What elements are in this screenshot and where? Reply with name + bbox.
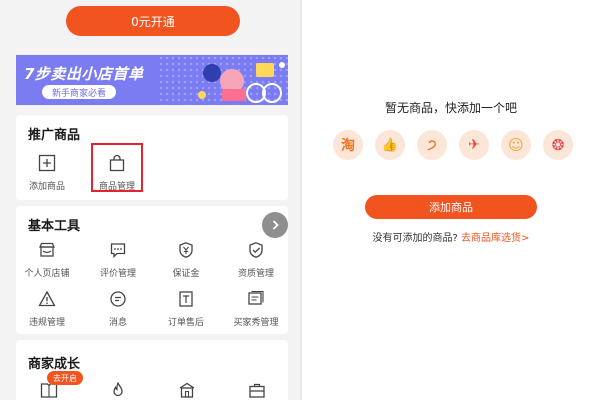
tool-review-management[interactable]: 评价管理 xyxy=(88,239,148,279)
pattern-icon[interactable]: ❂ xyxy=(543,130,573,160)
tool-personal-store[interactable]: 个人页店铺 xyxy=(17,239,77,279)
tool-label: 违规管理 xyxy=(28,318,65,328)
add-product-button[interactable]: 添加商品 xyxy=(365,195,537,219)
bird-icon[interactable]: ✈ xyxy=(459,130,489,160)
tool-deposit[interactable]: 保证金 xyxy=(156,239,216,279)
pattern-glyph: ❂ xyxy=(551,136,565,154)
thumbs-up-icon[interactable]: 👍 xyxy=(375,130,405,160)
tool-label: 保证金 xyxy=(172,269,200,279)
add-product-label: 添加商品 xyxy=(28,182,65,192)
banner-illustration-icon xyxy=(198,62,285,103)
bird-glyph: ✈ xyxy=(468,137,480,153)
tool-label: 资质管理 xyxy=(237,269,274,279)
face-glyph: ☺ xyxy=(508,136,524,154)
taobao-glyph: 淘 xyxy=(341,138,355,154)
flame-icon[interactable] xyxy=(109,381,127,400)
shop-building-icon[interactable] xyxy=(178,382,196,400)
scroll-next-button[interactable] xyxy=(262,212,288,238)
tool-buyer-show-management[interactable]: 买家秀管理 xyxy=(226,288,286,328)
gallery-icon xyxy=(245,288,267,310)
open-store-button[interactable]: 0元开通 xyxy=(66,6,240,36)
chevron-right-icon xyxy=(269,216,281,235)
hint-text: 没有可添加的商品? xyxy=(372,233,458,244)
tool-label: 订单售后 xyxy=(167,318,204,328)
seller-center-panel: 0元开通 7步卖出小店首单 新手商家必看 推广商品 添加商品 商品管理 基本工具… xyxy=(0,0,300,400)
banner-pill[interactable]: 新手商家必看 xyxy=(42,85,117,99)
tool-label: 买家秀管理 xyxy=(233,318,279,328)
empty-products-panel: 暂无商品，快添加一个吧 淘 👍 ੭ ✈ ☺ ❂ 添加商品 没有可添加的商品? 去… xyxy=(302,0,600,400)
swirl-icon[interactable]: ੭ xyxy=(417,130,447,160)
add-product-tool[interactable]: 添加商品 xyxy=(17,152,77,192)
highlight-box xyxy=(91,143,143,192)
banner-title: 7步卖出小店首单 xyxy=(24,65,144,83)
empty-state-text: 暂无商品，快添加一个吧 xyxy=(384,101,517,115)
warning-icon xyxy=(36,288,58,310)
product-library-link[interactable]: 去商品库选货> xyxy=(461,233,529,244)
comment-icon xyxy=(107,239,129,261)
message-icon xyxy=(107,288,129,310)
tool-messages[interactable]: 消息 xyxy=(88,288,148,328)
promote-products-card: 推广商品 添加商品 商品管理 xyxy=(16,115,288,200)
tutorial-banner[interactable]: 7步卖出小店首单 新手商家必看 xyxy=(16,55,288,105)
merchant-growth-title: 商家成长 xyxy=(28,357,81,372)
basic-tools-title: 基本工具 xyxy=(28,219,81,234)
taobao-icon[interactable]: 淘 xyxy=(333,130,363,160)
promote-products-title: 推广商品 xyxy=(28,128,81,143)
deposit-shield-icon xyxy=(175,239,197,261)
tool-label: 评价管理 xyxy=(99,269,136,279)
plus-square-icon xyxy=(36,152,58,174)
tool-qualification-management[interactable]: 资质管理 xyxy=(226,239,286,279)
order-icon xyxy=(175,288,197,310)
tool-label: 消息 xyxy=(108,318,127,328)
swirl-glyph: ੭ xyxy=(427,137,437,153)
start-badge[interactable]: 去开启 xyxy=(47,371,83,385)
tool-order-after-sales[interactable]: 订单售后 xyxy=(156,288,216,328)
tool-violation-management[interactable]: 违规管理 xyxy=(17,288,77,328)
face-icon[interactable]: ☺ xyxy=(501,130,531,160)
product-source-icons: 淘 👍 ੭ ✈ ☺ ❂ xyxy=(333,130,573,166)
qualification-shield-icon xyxy=(245,239,267,261)
storefront-icon xyxy=(36,239,58,261)
briefcase-icon[interactable] xyxy=(248,382,266,400)
basic-tools-card: 基本工具 个人页店铺 评价管理 保证金 资质管理 违规管理 消息 订单售后 买家… xyxy=(16,206,288,334)
no-products-hint: 没有可添加的商品? 去商品库选货> xyxy=(302,229,600,244)
thumbs-up-glyph: 👍 xyxy=(381,137,399,153)
merchant-growth-card: 商家成长 xyxy=(16,340,288,400)
tool-label: 个人页店铺 xyxy=(24,269,70,279)
